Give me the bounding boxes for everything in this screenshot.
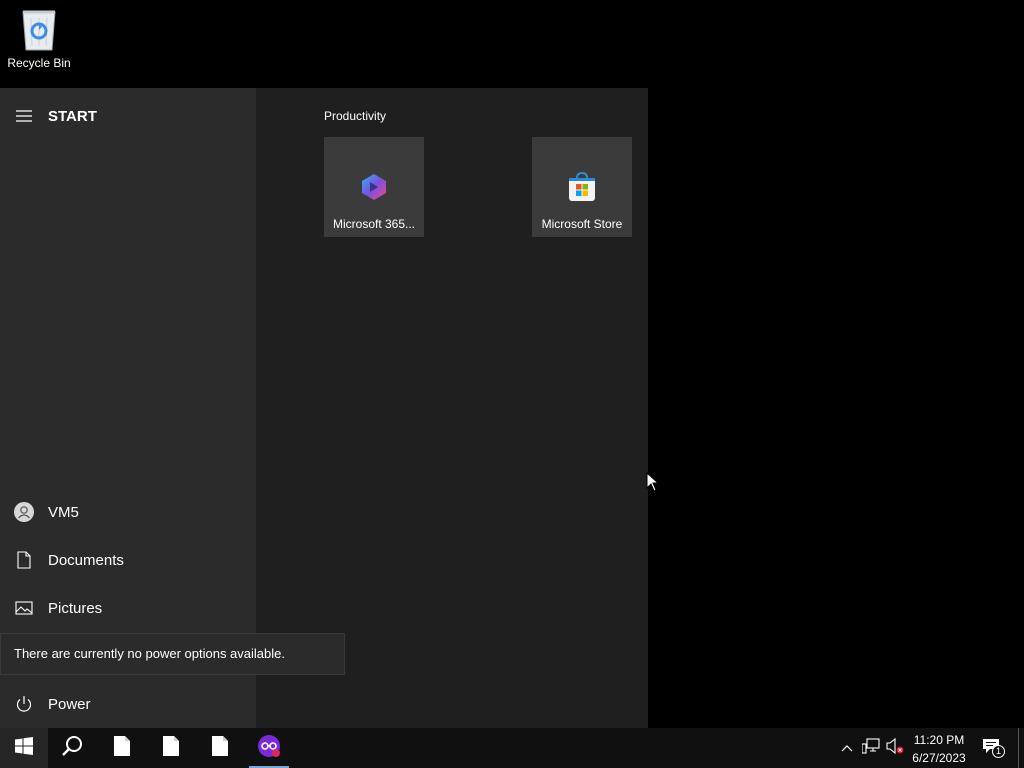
windows-start-icon xyxy=(15,736,33,760)
sidebar-item-user[interactable]: VM5 xyxy=(0,488,256,536)
volume-tray-button[interactable] xyxy=(884,728,906,768)
taskbar-file-button[interactable] xyxy=(196,728,244,768)
microsoft-store-icon xyxy=(565,170,599,204)
start-menu-tiles-area: Productivity Microsoft 365... Microsoft … xyxy=(256,88,648,728)
network-icon xyxy=(861,737,880,759)
sidebar-item-documents[interactable]: Documents xyxy=(0,536,256,584)
incognito-app-icon xyxy=(257,734,281,763)
tile-microsoft-365[interactable]: Microsoft 365... xyxy=(324,137,424,237)
start-menu-expand-button[interactable]: START xyxy=(0,96,256,136)
tile-group-title: Productivity xyxy=(324,109,387,123)
hamburger-icon xyxy=(0,110,48,122)
chevron-up-icon xyxy=(841,739,853,757)
start-menu-sidebar: START VM5 Documents Pictures Power xyxy=(0,88,256,728)
action-center-button[interactable]: 1 xyxy=(980,728,1006,768)
notification-icon: 1 xyxy=(982,738,1005,758)
taskbar: 11:20 PM 6/27/2023 1 xyxy=(0,728,1024,768)
pictures-icon xyxy=(0,601,48,615)
sidebar-item-label: Power xyxy=(48,695,91,713)
tile-label: Microsoft Store xyxy=(541,217,623,231)
notification-count-badge: 1 xyxy=(992,745,1005,758)
sidebar-item-label: Pictures xyxy=(48,599,103,617)
start-button[interactable] xyxy=(0,728,48,768)
volume-muted-icon xyxy=(886,737,904,759)
taskbar-file-button[interactable] xyxy=(147,728,195,768)
desktop-icon-recycle-bin[interactable]: Recycle Bin xyxy=(4,6,74,70)
start-menu-title: START xyxy=(48,107,97,125)
recycle-bin-icon xyxy=(17,6,61,52)
tile-microsoft-store[interactable]: Microsoft Store xyxy=(532,137,632,237)
microsoft-365-icon xyxy=(357,170,391,204)
taskbar-incognito-app-button[interactable] xyxy=(245,728,293,768)
document-icon xyxy=(0,551,48,569)
desktop-icon-label: Recycle Bin xyxy=(7,56,71,70)
desktop: Recycle Bin START VM5 Documents Pictures… xyxy=(0,0,1024,728)
sidebar-item-pictures[interactable]: Pictures xyxy=(0,584,256,632)
power-icon xyxy=(0,695,48,713)
taskbar-clock[interactable]: 11:20 PM 6/27/2023 xyxy=(906,731,972,767)
taskbar-file-button[interactable] xyxy=(98,728,146,768)
clock-time: 11:20 PM xyxy=(913,733,965,747)
user-avatar-icon xyxy=(0,502,48,522)
clock-date: 6/27/2023 xyxy=(912,751,966,765)
show-hidden-icons-button[interactable] xyxy=(836,728,858,768)
sidebar-item-power[interactable]: Power xyxy=(0,680,256,728)
tile-label: Microsoft 365... xyxy=(332,217,416,231)
file-icon xyxy=(114,735,130,761)
sidebar-item-label: VM5 xyxy=(48,503,79,521)
file-icon xyxy=(212,735,228,761)
network-tray-button[interactable] xyxy=(860,728,882,768)
search-icon xyxy=(61,735,83,762)
show-desktop-button[interactable] xyxy=(1018,728,1019,768)
sidebar-item-label: Documents xyxy=(48,551,124,569)
mouse-cursor-icon xyxy=(646,471,660,497)
start-menu: START VM5 Documents Pictures Power Produ… xyxy=(0,88,648,728)
power-options-tooltip: There are currently no power options ava… xyxy=(0,633,345,675)
search-button[interactable] xyxy=(48,728,96,768)
file-icon xyxy=(163,735,179,761)
